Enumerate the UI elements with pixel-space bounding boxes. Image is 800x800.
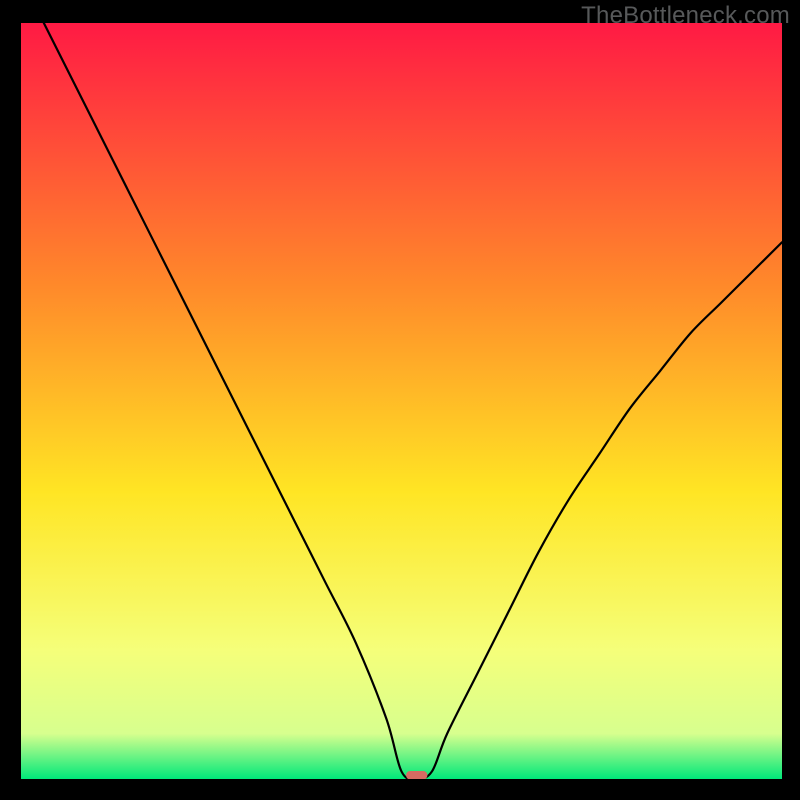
chart-container: TheBottleneck.com [0, 0, 800, 800]
minimum-marker [406, 771, 427, 779]
chart-background-gradient [21, 23, 782, 779]
chart-svg [21, 23, 782, 779]
watermark-label: TheBottleneck.com [581, 2, 790, 30]
